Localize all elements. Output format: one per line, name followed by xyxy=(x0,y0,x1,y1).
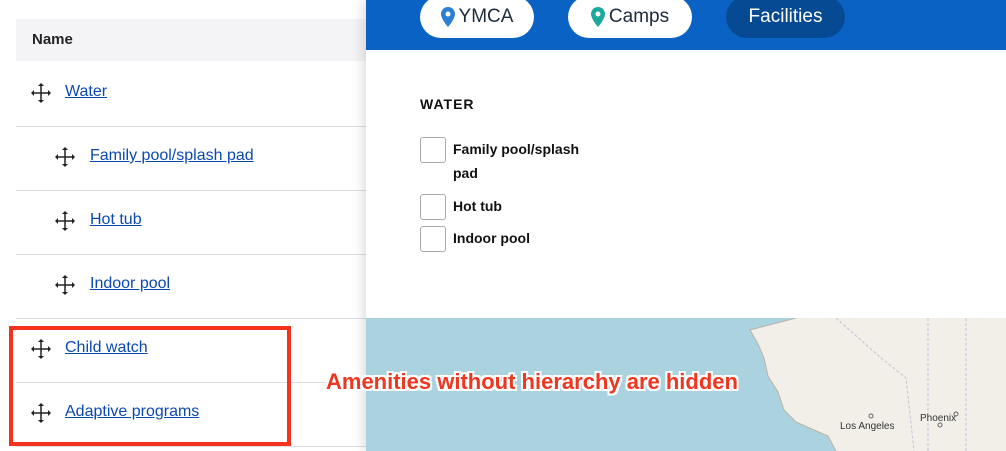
map-pin-icon xyxy=(590,7,605,27)
tab-facilities-label: Facilities xyxy=(748,6,823,27)
tab-ymca-label: YMCA xyxy=(458,6,514,27)
checkbox-label: Hot tub xyxy=(453,198,502,214)
table-row: Family pool/splash pad xyxy=(16,127,366,191)
checkbox-label: Family pool/splash pad xyxy=(453,141,580,181)
drag-handle-icon[interactable] xyxy=(54,210,76,232)
table-row: Water xyxy=(16,63,366,127)
table-row: Indoor pool xyxy=(16,255,366,319)
annotation-text: Amenities without hierarchy are hidden xyxy=(326,369,738,394)
tab-camps[interactable]: Camps xyxy=(568,0,692,38)
filter-option[interactable]: Indoor pool xyxy=(420,226,593,252)
checkbox[interactable] xyxy=(420,137,446,163)
drag-handle-icon[interactable] xyxy=(54,274,76,296)
row-link-hot-tub[interactable]: Hot tub xyxy=(90,211,142,229)
tab-ymca[interactable]: YMCA xyxy=(420,0,534,38)
tab-camps-label: Camps xyxy=(608,6,670,27)
annotation-highlight-box xyxy=(9,326,291,446)
row-link-water[interactable]: Water xyxy=(65,83,107,101)
drag-handle-icon[interactable] xyxy=(54,146,76,168)
table-header: Name xyxy=(16,19,366,61)
filter-option[interactable]: Family pool/splash pad xyxy=(420,137,593,185)
map-pin-icon xyxy=(440,7,455,27)
row-link-family-pool[interactable]: Family pool/splash pad xyxy=(90,147,254,165)
column-header-name: Name xyxy=(32,31,73,48)
table-row: Hot tub xyxy=(16,191,366,255)
filter-option[interactable]: Hot tub xyxy=(420,194,593,220)
checkbox[interactable] xyxy=(420,226,446,252)
filter-group-title: WATER xyxy=(420,96,475,112)
row-link-indoor-pool[interactable]: Indoor pool xyxy=(90,275,170,293)
checkbox[interactable] xyxy=(420,194,446,220)
map-label-los-angeles: Los Angeles xyxy=(840,421,895,432)
drag-handle-icon[interactable] xyxy=(30,82,52,104)
location-type-bar: YMCA Camps Facilities xyxy=(366,0,1006,50)
tab-facilities[interactable]: Facilities xyxy=(726,0,845,38)
map-label-phoenix: Phoenix xyxy=(920,413,956,424)
checkbox-label: Indoor pool xyxy=(453,230,530,246)
